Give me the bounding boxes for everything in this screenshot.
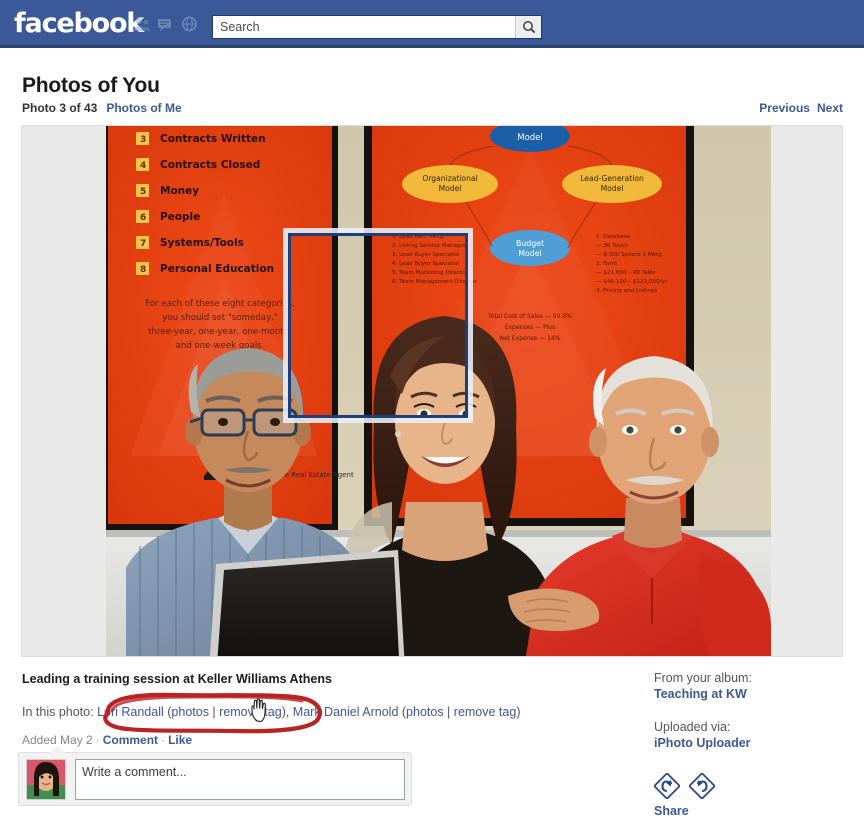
photo-stage: 3 4 5 6 7 8 Contracts Written Contracts Clo…: [21, 125, 843, 657]
search-button[interactable]: [515, 16, 541, 38]
page-title: Photos of You: [22, 74, 160, 97]
remove-tag-link-2[interactable]: remove tag: [454, 705, 517, 719]
svg-text:For each of these eight catego: For each of these eight categories,: [145, 299, 295, 309]
svg-text:8: 8: [140, 265, 146, 275]
laptop: [209, 550, 405, 656]
svg-text:7: 7: [140, 239, 146, 249]
friends-icon[interactable]: [133, 16, 151, 32]
messages-icon[interactable]: [157, 16, 175, 32]
in-this-photo-label: In this photo:: [22, 705, 94, 719]
svg-text:Contracts Closed: Contracts Closed: [160, 159, 260, 171]
svg-text:— 36 Touch: — 36 Touch: [596, 243, 629, 249]
search-input[interactable]: [213, 16, 515, 38]
svg-text:Personal Education: Personal Education: [160, 263, 274, 275]
svg-text:Budget: Budget: [516, 239, 544, 248]
photo-count: Photo 3 of 43: [22, 101, 98, 115]
search-box[interactable]: [212, 15, 542, 39]
svg-text:6: 6: [140, 213, 146, 223]
svg-text:3: 3: [140, 135, 146, 145]
svg-text:4: 4: [140, 161, 146, 171]
comment-input[interactable]: [75, 759, 405, 800]
svg-text:Model: Model: [518, 249, 541, 258]
remove-tag-link-1[interactable]: remove tag: [219, 705, 282, 719]
facebook-top-bar: facebook: [0, 0, 864, 48]
face-tag-box-inner-border: [288, 233, 468, 418]
svg-text:Systems/Tools: Systems/Tools: [160, 237, 244, 249]
face-tag-box[interactable]: [283, 228, 473, 423]
comment-caret: [49, 746, 65, 753]
subtitle-row: Photo 3 of 43 Photos of Me: [22, 101, 182, 115]
previous-photo-link[interactable]: Previous: [759, 101, 810, 115]
svg-text:three-year, one-year, one-mont: three-year, one-year, one-month,: [148, 327, 292, 337]
album-label: From your album:: [654, 671, 752, 685]
svg-text:Total Cost of Sales — 50.0%: Total Cost of Sales — 50.0%: [487, 313, 572, 320]
svg-text:Money: Money: [160, 185, 199, 197]
svg-text:3. Pricing and Listings: 3. Pricing and Listings: [596, 288, 657, 294]
tagged-people-line: In this photo: Lori Randall (photos | re…: [22, 705, 521, 719]
svg-text:1. Database: 1. Database: [596, 234, 630, 240]
share-label[interactable]: Share: [654, 804, 854, 818]
photo-navigation: Previous Next: [759, 101, 843, 115]
facebook-logo[interactable]: facebook: [14, 9, 144, 39]
rotate-left-icon[interactable]: [654, 773, 680, 799]
photos-of-me-link[interactable]: Photos of Me: [106, 101, 181, 115]
tagged-person-name-1[interactable]: Lori Randall: [97, 705, 164, 719]
svg-text:— $21,000 – 40 Talks: — $21,000 – 40 Talks: [596, 270, 655, 276]
svg-text:you should set "someday,": you should set "someday,": [162, 313, 277, 323]
svg-text:People: People: [160, 211, 200, 223]
tagged-person-photos-link-2[interactable]: photos: [406, 705, 444, 719]
uploaded-via-label: Uploaded via:: [654, 720, 731, 734]
svg-text:Expenses — Plus: Expenses — Plus: [505, 324, 556, 331]
tagged-person-photos-link-1[interactable]: photos: [171, 705, 209, 719]
rotate-right-icon[interactable]: [689, 773, 715, 799]
tagged-person-name-2[interactable]: Mark Daniel Arnold: [293, 705, 399, 719]
svg-text:5: 5: [140, 187, 146, 197]
photo-meta-line: Added May 2 · Comment · Like: [22, 733, 192, 747]
share-icon-group: [654, 773, 854, 799]
svg-text:Organizational: Organizational: [422, 174, 477, 183]
svg-text:Model: Model: [439, 184, 462, 193]
svg-text:Model: Model: [601, 184, 624, 193]
photo-caption: Leading a training session at Keller Wil…: [22, 672, 332, 686]
avatar[interactable]: [26, 759, 66, 800]
added-date: Added May 2: [22, 733, 93, 747]
meta-separator-2: ·: [161, 733, 166, 747]
svg-text:— 8,000 Sphere 1 Mktg.: — 8,000 Sphere 1 Mktg.: [596, 252, 664, 258]
notifications-globe-icon[interactable]: [181, 16, 199, 32]
svg-text:Model: Model: [517, 133, 543, 143]
svg-text:2. Farm: 2. Farm: [596, 261, 617, 267]
svg-text:Net Expense — 14%: Net Expense — 14%: [499, 335, 560, 342]
like-link[interactable]: Like: [168, 733, 192, 747]
meta-separator-1: ·: [95, 733, 100, 747]
svg-text:Lead-Generation: Lead-Generation: [580, 174, 644, 183]
svg-text:— $46,100 – $122,000/yr: — $46,100 – $122,000/yr: [596, 279, 668, 285]
comment-link[interactable]: Comment: [103, 733, 158, 747]
album-name-link[interactable]: Teaching at KW: [654, 686, 854, 702]
comment-composer: [18, 746, 412, 806]
uploader-app-link[interactable]: iPhoto Uploader: [654, 735, 854, 751]
next-photo-link[interactable]: Next: [817, 101, 843, 115]
photo-sidebar: From your album: Teaching at KW Uploaded…: [654, 670, 854, 818]
svg-text:Contracts Written: Contracts Written: [160, 133, 266, 145]
search-icon: [522, 21, 535, 34]
